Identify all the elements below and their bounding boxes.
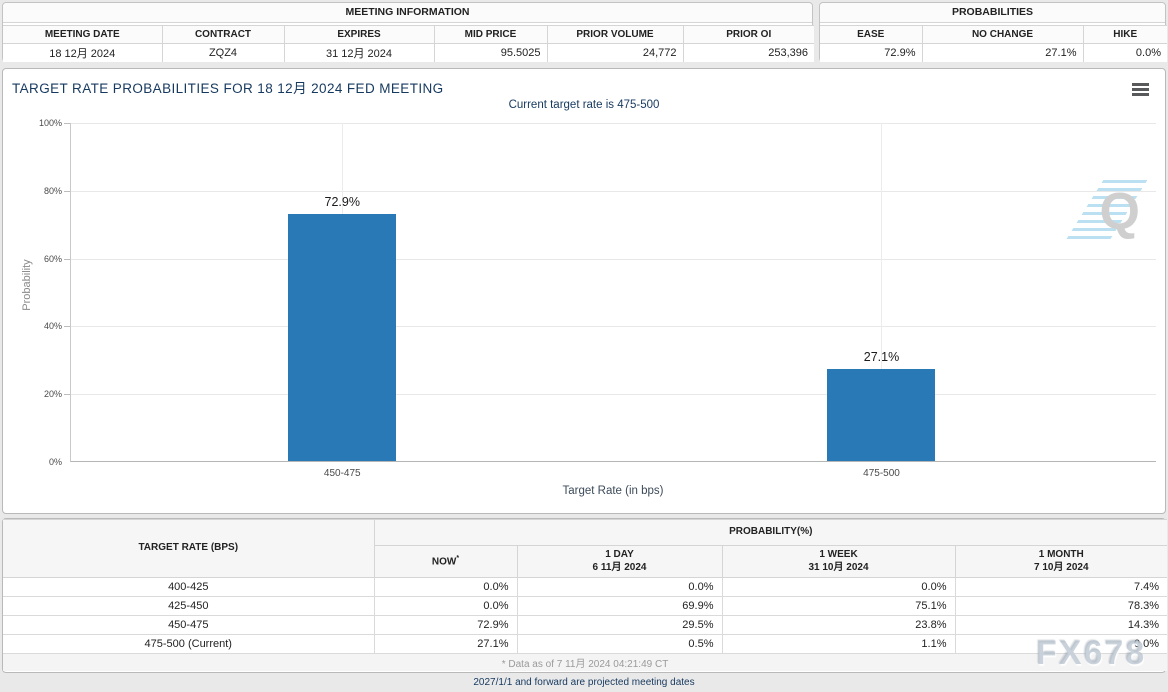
month-cell: 78.3% — [954, 596, 1168, 616]
bar-group-475-500: 27.1% — [827, 350, 936, 461]
ease-value: 72.9% — [820, 43, 923, 62]
hike-value: 0.0% — [1083, 43, 1167, 62]
probabilities-title: PROBABILITIES — [820, 3, 1165, 23]
meeting-information-data-row: 18 12月 2024 ZQZ4 31 12月 2024 95.5025 24,… — [3, 43, 814, 62]
gridline-20 — [71, 394, 1156, 395]
col-mid-price: MID PRICE — [434, 25, 548, 44]
gridline-100 — [71, 123, 1156, 124]
week-cell: 1.1% — [721, 634, 956, 654]
bar-value-label: 27.1% — [863, 350, 900, 364]
day-cell: 0.5% — [516, 634, 723, 654]
ytick-label-20: 20% — [43, 389, 62, 399]
group-header-row: TARGET RATE (BPS) PROBABILITY(%) — [3, 519, 1168, 578]
col-ease: EASE — [820, 25, 923, 44]
month-cell: 0.0% — [954, 634, 1168, 654]
day-cell: 0.0% — [516, 577, 723, 597]
prior-oi-value: 253,396 — [683, 43, 814, 62]
meeting-information-header-row: MEETING DATE CONTRACT EXPIRES MID PRICE … — [3, 25, 814, 44]
data-as-of-row: * Data as of 7 11月 2024 04:21:49 CT — [3, 653, 1168, 671]
day-cell: 69.9% — [516, 596, 723, 616]
col-prior-volume: PRIOR VOLUME — [547, 25, 684, 44]
table-row-475-500-current: 475-500 (Current) 27.1% 0.5% 1.1% 0.0% — [3, 634, 1168, 654]
chart-plot-area: 100% 80% 60% 40% 20% 0% 72.9% 27.1% 450-… — [39, 118, 1156, 479]
gridline-60 — [71, 259, 1156, 260]
rate-cell: 400-425 — [3, 577, 375, 597]
col-1-month: 1 MONTH 7 10月 2024 — [954, 545, 1168, 578]
month-cell: 14.3% — [954, 615, 1168, 635]
now-cell: 27.1% — [373, 634, 518, 654]
week-cell: 23.8% — [721, 615, 956, 635]
bar-475-500 — [827, 369, 936, 461]
col-1-day: 1 DAY 6 11月 2024 — [516, 545, 723, 578]
col-contract: CONTRACT — [162, 25, 285, 44]
hamburger-menu-icon[interactable] — [1132, 83, 1149, 96]
ytick-label-80: 80% — [43, 186, 62, 196]
probabilities-table: EASE NO CHANGE HIKE 72.9% 27.1% 0.0% — [820, 25, 1167, 62]
probabilities-data-row: 72.9% 27.1% 0.0% — [820, 43, 1167, 62]
col-probability-group: PROBABILITY(%) — [373, 519, 1168, 546]
meeting-information-table: MEETING DATE CONTRACT EXPIRES MID PRICE … — [3, 25, 814, 62]
ytick-label-100: 100% — [38, 118, 62, 128]
col-1-week: 1 WEEK 31 10月 2024 — [721, 545, 956, 578]
gridline-40 — [71, 326, 1156, 327]
col-no-change: NO CHANGE — [922, 25, 1084, 44]
ytick-label-0: 0% — [48, 457, 62, 467]
quikstrike-logo-watermark: Q — [1064, 178, 1148, 244]
bar-group-450-475: 72.9% — [288, 195, 397, 461]
chart-title: TARGET RATE PROBABILITIES FOR 18 12月 202… — [12, 81, 444, 96]
projected-dates-note: 2027/1/1 and forward are projected meeti… — [473, 677, 695, 688]
probabilities-header-row: EASE NO CHANGE HIKE — [820, 25, 1167, 44]
table-row-400-425: 400-425 0.0% 0.0% 0.0% 7.4% — [3, 577, 1168, 597]
col-meeting-date: MEETING DATE — [3, 25, 163, 44]
bar-450-475 — [288, 214, 397, 461]
probabilities-summary-panel: PROBABILITIES EASE NO CHANGE HIKE 72.9% … — [819, 2, 1167, 62]
col-expires: EXPIRES — [284, 25, 435, 44]
no-change-value: 27.1% — [922, 43, 1084, 62]
table-row-425-450: 425-450 0.0% 69.9% 75.1% 78.3% — [3, 596, 1168, 616]
week-cell: 75.1% — [721, 596, 956, 616]
col-hike: HIKE — [1083, 25, 1167, 44]
gridline-80 — [71, 191, 1156, 192]
xtick-label-450-475: 450-475 — [323, 468, 361, 479]
probability-history-table: TARGET RATE (BPS) PROBABILITY(%) NOW* 1 … — [3, 519, 1168, 671]
now-cell: 0.0% — [373, 596, 518, 616]
prior-volume-value: 24,772 — [547, 43, 684, 62]
mid-price-value: 95.5025 — [434, 43, 548, 62]
xtick-label-475-500: 475-500 — [863, 468, 900, 479]
contract-value: ZQZ4 — [162, 43, 285, 62]
now-cell: 72.9% — [373, 615, 518, 635]
rate-cell: 425-450 — [3, 596, 375, 616]
ytick-label-60: 60% — [43, 254, 62, 264]
expires-value: 31 12月 2024 — [284, 43, 435, 62]
now-asterisk: * — [456, 554, 460, 562]
rate-cell: 450-475 — [3, 615, 375, 635]
meeting-information-title: MEETING INFORMATION — [3, 3, 812, 23]
y-axis-title: Probability — [21, 259, 33, 311]
quikstrike-stripes — [1064, 180, 1148, 242]
target-rate-chart-panel: TARGET RATE PROBABILITIES FOR 18 12月 202… — [2, 68, 1166, 514]
data-as-of-note: * Data as of 7 11月 2024 04:21:49 CT — [3, 653, 1168, 671]
rate-cell: 475-500 (Current) — [3, 634, 375, 654]
table-row-450-475: 450-475 72.9% 29.5% 23.8% 14.3% — [3, 615, 1168, 635]
month-cell: 7.4% — [954, 577, 1168, 597]
bar-value-label: 72.9% — [324, 195, 360, 209]
col-prior-oi: PRIOR OI — [683, 25, 814, 44]
week-cell: 0.0% — [721, 577, 956, 597]
x-axis-title: Target Rate (in bps) — [562, 485, 664, 497]
probability-history-panel: TARGET RATE (BPS) PROBABILITY(%) NOW* 1 … — [2, 518, 1168, 673]
col-target-rate-bps: TARGET RATE (BPS) — [3, 519, 375, 578]
day-cell: 29.5% — [516, 615, 723, 635]
ytick-label-40: 40% — [43, 321, 62, 331]
meeting-date-value: 18 12月 2024 — [3, 43, 163, 62]
now-cell: 0.0% — [373, 577, 518, 597]
col-now: NOW* — [374, 545, 518, 578]
chart-subtitle: Current target rate is 475-500 — [508, 99, 660, 111]
meeting-information-panel: MEETING INFORMATION MEETING DATE CONTRAC… — [2, 2, 814, 62]
